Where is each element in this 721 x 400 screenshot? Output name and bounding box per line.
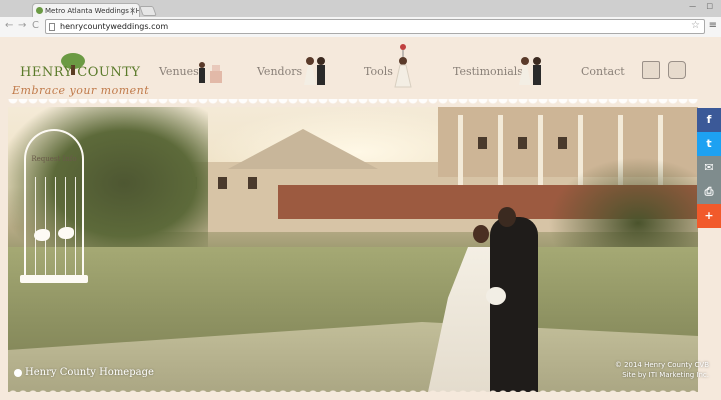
map-icon[interactable]	[642, 61, 660, 79]
print-icon[interactable]: ⎙	[697, 180, 721, 204]
nav-testimonials[interactable]: Testimonials	[453, 65, 523, 78]
bookmark-star-icon[interactable]: ☆	[691, 19, 700, 32]
testimonials-couple-icon	[519, 57, 541, 85]
plus-icon[interactable]: +	[697, 204, 721, 228]
browser-chrome: Metro Atlanta Weddings | H × — □ ← → C h…	[0, 0, 721, 37]
nav-contact[interactable]: Contact	[581, 65, 625, 78]
copyright-text: © 2014 Henry County CVB	[614, 361, 709, 369]
tree-small-icon	[14, 368, 22, 377]
vendors-couple-icon	[304, 57, 325, 85]
camera-icon[interactable]	[668, 61, 686, 79]
footer-credits: © 2014 Henry County CVB Site by ITI Mark…	[615, 360, 709, 380]
share-sidebar: f t ✉ ⎙ +	[697, 108, 721, 228]
tab-strip: Metro Atlanta Weddings | H × — □	[0, 0, 721, 18]
page-icon	[49, 23, 55, 31]
homepage-link-label: Henry County Homepage	[25, 367, 154, 378]
window-controls[interactable]: — □	[689, 2, 717, 10]
site-credit-link[interactable]: Site by ITI Marketing Inc.	[615, 370, 709, 380]
facebook-icon[interactable]: f	[697, 108, 721, 132]
back-arrow-icon[interactable]: ←	[5, 20, 13, 31]
hero-photo: Request Info	[8, 107, 698, 392]
bottom-lace	[8, 387, 698, 395]
web-page: HENRY COUNTY Embrace your moment Venues …	[0, 37, 721, 400]
nav-tools[interactable]: Tools	[364, 65, 393, 78]
favicon-icon	[36, 7, 43, 14]
request-info-label: Request Info	[31, 155, 77, 163]
url-text: henrycountyweddings.com	[60, 22, 169, 31]
browser-tab[interactable]: Metro Atlanta Weddings | H ×	[32, 3, 140, 18]
request-info-birdcage[interactable]: Request Info	[18, 129, 90, 289]
email-icon[interactable]: ✉	[697, 156, 721, 180]
nav-vendors[interactable]: Vendors	[257, 65, 302, 78]
tab-title: Metro Atlanta Weddings | H	[45, 7, 140, 15]
tools-bride-icon	[394, 44, 412, 88]
new-tab-button[interactable]	[139, 6, 157, 16]
homepage-link[interactable]: Henry County Homepage	[14, 367, 154, 378]
close-tab-icon[interactable]: ×	[129, 4, 136, 18]
twitter-icon[interactable]: t	[697, 132, 721, 156]
wedding-couple	[428, 207, 568, 392]
browser-toolbar: ← → C henrycountyweddings.com ☆ ≡	[0, 17, 721, 37]
site-logo[interactable]: HENRY COUNTY Embrace your moment	[12, 53, 150, 98]
address-bar[interactable]: henrycountyweddings.com ☆	[45, 19, 705, 34]
logo-tagline: Embrace your moment	[12, 84, 150, 97]
venue-cake-icon	[199, 62, 222, 83]
nav-venues[interactable]: Venues	[159, 65, 199, 78]
love-birds-icon	[32, 221, 78, 247]
reload-icon[interactable]: C	[32, 20, 39, 31]
forward-arrow-icon[interactable]: →	[18, 20, 26, 31]
logo-title: HENRY COUNTY	[20, 65, 141, 80]
browser-menu-icon[interactable]: ≡	[709, 20, 717, 31]
